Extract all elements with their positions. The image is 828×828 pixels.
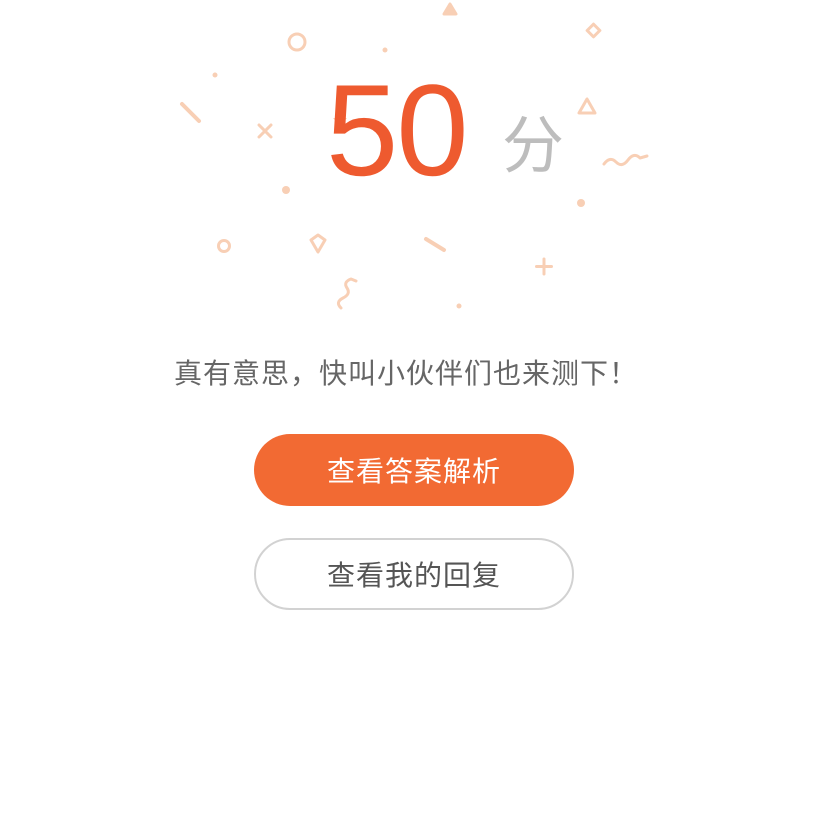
confetti-dot [382, 47, 388, 53]
share-prompt-text: 真有意思，快叫小伙伴们也来测下！ [173, 357, 638, 390]
confetti-dash [424, 237, 446, 252]
confetti-plus [535, 257, 553, 276]
score-value: 50 [326, 57, 469, 203]
confetti-dot [577, 199, 585, 207]
confetti-gem [309, 233, 327, 254]
view-my-reply-label: 查看我的回复 [326, 559, 501, 592]
view-my-reply-button[interactable]: 查看我的回复 [254, 538, 574, 610]
view-answer-analysis-button[interactable]: 查看答案解析 [254, 434, 574, 506]
confetti-ring-small [217, 239, 231, 253]
confetti-dot [456, 303, 462, 309]
confetti-ring-left [287, 32, 307, 52]
score-display: 50 分 [0, 60, 828, 200]
view-answer-analysis-label: 查看答案解析 [326, 455, 501, 488]
confetti-diamond [585, 22, 602, 39]
confetti-spiral [336, 277, 358, 310]
score-unit: 分 [502, 109, 565, 182]
confetti-triangle-top [442, 2, 458, 16]
